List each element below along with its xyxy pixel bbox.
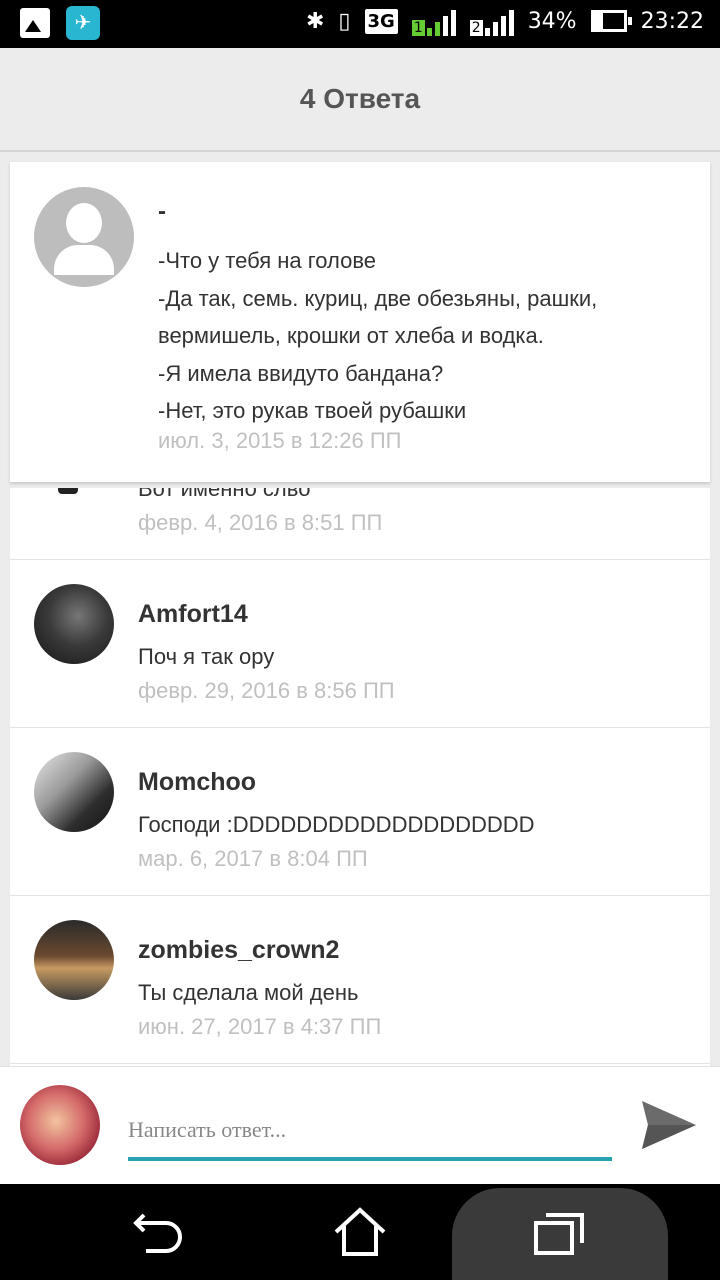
avatar[interactable] [34, 920, 114, 1000]
network-type: 3G [364, 8, 398, 34]
signal-icon [426, 6, 456, 36]
status-bar: ✈ ✱ ▯ 3G 1 2 34% 23:22 [0, 0, 720, 48]
reply-author[interactable]: Amfort14 [138, 600, 248, 629]
person-icon [66, 203, 102, 243]
reply-date: февр. 29, 2016 в 8:56 ПП [138, 678, 395, 703]
reply-text: Ты сделала мой день [138, 980, 359, 1005]
battery-icon [590, 10, 632, 32]
avatar [58, 488, 78, 494]
reply-author[interactable]: zombies_crown2 [138, 936, 339, 965]
post-line: -Что у тебя на голове [158, 248, 377, 273]
back-button[interactable] [100, 1184, 220, 1280]
avatar[interactable] [34, 187, 134, 287]
home-button[interactable] [300, 1184, 420, 1280]
list-item[interactable]: Вот именно слво февр. 4, 2016 в 8:51 ПП [10, 488, 710, 560]
list-item[interactable]: zombies_crown2 Ты сделала мой день июн. … [10, 896, 710, 1064]
replies-list[interactable]: Вот именно слво февр. 4, 2016 в 8:51 ПП … [10, 488, 710, 1066]
post-line: -Да так, семь. куриц, две обезьяны, рашк… [158, 285, 598, 349]
sim2-label: 2 [469, 20, 483, 36]
reply-author[interactable]: Momchoo [138, 768, 256, 797]
post-text: -Что у тебя на голове -Да так, семь. кур… [158, 242, 698, 430]
send-icon [642, 1101, 696, 1149]
image-icon [20, 8, 50, 38]
back-icon [133, 1213, 182, 1253]
list-item[interactable]: Momchoo Господи :DDDDDDDDDDDDDDDDDDD мар… [10, 728, 710, 896]
reply-text: Господи :DDDDDDDDDDDDDDDDDDD [138, 812, 535, 837]
battery-percent: 34% [527, 8, 577, 34]
reply-input[interactable] [128, 1103, 612, 1161]
reply-text: Поч я так ору [138, 644, 275, 669]
avatar[interactable] [34, 584, 114, 664]
post-line: -Я имела ввидуто бандана? [158, 360, 444, 386]
compose-bar [0, 1066, 720, 1184]
clock: 23:22 [640, 8, 704, 34]
reply-date: февр. 4, 2016 в 8:51 ПП [138, 510, 383, 535]
post-line: -Нет, это рукав твоей рубашки [158, 398, 467, 423]
header: 4 Ответа [0, 48, 720, 152]
signal-icon [484, 6, 514, 36]
avatar[interactable] [34, 752, 114, 832]
bluetooth-icon: ✱ [305, 8, 325, 34]
navigation-bar [0, 1184, 720, 1280]
recent-apps-button[interactable] [452, 1188, 668, 1280]
post-author[interactable]: - [158, 198, 166, 226]
post-date: июл. 3, 2015 в 12:26 ПП [158, 428, 402, 453]
send-button[interactable] [638, 1095, 698, 1155]
list-item[interactable]: Amfort14 Поч я так ору февр. 29, 2016 в … [10, 560, 710, 728]
avatar [20, 1085, 100, 1165]
recent-apps-icon [534, 1213, 584, 1255]
vibrate-icon: ▯ [338, 8, 351, 34]
reply-text: Вот именно слво [138, 488, 311, 501]
home-icon [334, 1207, 386, 1256]
original-post: - -Что у тебя на голове -Да так, семь. к… [10, 162, 710, 482]
reply-date: июн. 27, 2017 в 4:37 ПП [138, 1014, 382, 1039]
app-icon: ✈ [66, 6, 100, 40]
sim1-label: 1 [411, 20, 425, 36]
page-title: 4 Ответа [299, 83, 421, 114]
reply-date: мар. 6, 2017 в 8:04 ПП [138, 846, 368, 871]
